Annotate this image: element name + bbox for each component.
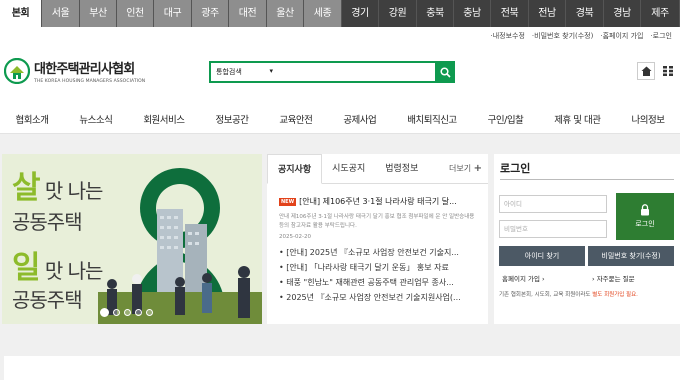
find-password-button[interactable]: 비밀번호 찾기(수정) [588, 246, 674, 266]
find-password-link[interactable]: ·비밀번호 찾기(수정) [532, 31, 593, 41]
gnb-item-assignment[interactable]: 배치퇴직신고 [407, 112, 457, 126]
search-scope-select[interactable]: 통합검색 ▾ [211, 67, 279, 77]
logo-title: 대한주택관리사협회 [34, 62, 135, 77]
region-tab[interactable]: 대구 [154, 0, 192, 27]
region-tab[interactable]: 경기 [342, 0, 379, 27]
join-link[interactable]: 홈페이지 가입 › [502, 273, 545, 283]
faq-link[interactable]: › 자주묻는 질문 [592, 273, 635, 283]
region-tab[interactable]: 경북 [566, 0, 604, 27]
region-tab[interactable]: 강원 [379, 0, 417, 27]
region-tab[interactable]: 인천 [117, 0, 154, 27]
login-panel: 로그인 아이디 비밀번호 로그인 아이디 찾기 비밀번호 찾기(수정) 홈페이지… [494, 154, 680, 324]
list-item[interactable]: • [안내] 2025년 『소규모 사업장 안전보건 기술지... [279, 245, 476, 260]
logo-subtitle: THE KOREA HOUSING MANAGERS ASSOCIATION [34, 79, 146, 84]
list-item[interactable]: • 태풍 "힌남노" 재해관련 공동주택 관리업무 종사... [279, 275, 476, 290]
region-tab[interactable]: 광주 [192, 0, 229, 27]
all-menu-button[interactable] [659, 62, 677, 80]
slide-dot[interactable] [100, 308, 109, 317]
site-logo[interactable]: 대한주택관리사협회 THE KOREA HOUSING MANAGERS ASS… [3, 57, 146, 85]
region-tab[interactable]: 본회 [0, 0, 42, 27]
featured-notice[interactable]: NEW [안내] 제106주년 3·1절 나라사랑 태극기 달... 안내 제1… [267, 184, 488, 240]
banner-line-1: 살 맛 나는 [12, 170, 103, 206]
home-button[interactable] [637, 62, 655, 80]
search-icon [439, 66, 451, 78]
region-tab[interactable]: 대전 [229, 0, 267, 27]
search-scope-label: 통합검색 [216, 68, 242, 76]
chevron-right-icon: › [592, 275, 595, 283]
notice-tabs: 공지사항 시도공지 법령정보 더보기 + [267, 154, 488, 184]
bottom-section [4, 356, 680, 380]
find-id-button[interactable]: 아이디 찾기 [499, 246, 585, 266]
gnb-item-mutual-aid[interactable]: 공제사업 [343, 112, 376, 126]
list-item[interactable]: • [안내] 「나라사랑 태극기 달기 운동」 홍보 자료 [279, 260, 476, 275]
main-banner[interactable]: 살 맛 나는 공동주택 일 맛 나는 공동주택 [2, 154, 262, 324]
region-tab[interactable]: 충북 [417, 0, 454, 27]
region-tab[interactable]: 전남 [529, 0, 566, 27]
region-tab[interactable]: 경남 [604, 0, 641, 27]
slide-dot[interactable] [146, 309, 153, 316]
main-navigation: 협회소개 뉴스소식 회원서비스 정보공간 교육안전 공제사업 배치퇴직신고 구인… [0, 104, 680, 134]
home-icon [641, 66, 651, 76]
notice-list: • [안내] 2025년 『소규모 사업장 안전보건 기술지... • [안내]… [267, 240, 488, 305]
region-tab[interactable]: 전북 [491, 0, 529, 27]
grid-menu-icon [663, 66, 673, 76]
gnb-item-my-info[interactable]: 나의정보 [631, 112, 664, 126]
gnb-item-education[interactable]: 교육안전 [279, 112, 312, 126]
search-button[interactable] [435, 62, 455, 82]
chevron-down-icon: ▾ [269, 67, 273, 75]
region-tab[interactable]: 서울 [42, 0, 80, 27]
region-tab[interactable]: 부산 [80, 0, 117, 27]
banner-line-4: 공동주택 [12, 288, 83, 312]
tab-regional-notice[interactable]: 시도공지 [322, 154, 375, 183]
lock-icon [641, 204, 649, 216]
id-input[interactable]: 아이디 [499, 195, 607, 213]
region-tab[interactable]: 충남 [454, 0, 491, 27]
search-input[interactable] [279, 63, 435, 81]
region-tab[interactable]: 제주 [641, 0, 680, 27]
logo-mark-icon [3, 57, 31, 85]
password-input[interactable]: 비밀번호 [499, 220, 607, 238]
region-bar: 본회 서울 부산 인천 대구 광주 대전 울산 세종 경기 강원 충북 충남 전북 전남 경북 경남 제주 [0, 0, 680, 27]
gnb-item-jobs-bids[interactable]: 구인/입찰 [488, 112, 524, 126]
login-button-label: 로그인 [635, 220, 655, 228]
slide-dot[interactable] [124, 309, 131, 316]
more-link[interactable]: 더보기 + [449, 154, 488, 183]
edit-profile-link[interactable]: ·내정보수정 [490, 31, 524, 41]
chevron-right-icon: › [542, 275, 545, 283]
list-item[interactable]: • 2025년 『소규모 사업장 안전보건 기술지원사업(... [279, 290, 476, 305]
gnb-item-partnership[interactable]: 제휴 및 대관 [554, 112, 601, 126]
login-title: 로그인 [500, 162, 531, 175]
slide-indicators [100, 308, 153, 317]
gnb-item-news[interactable]: 뉴스소식 [79, 112, 112, 126]
join-link[interactable]: ·홈페이지 가입 [600, 31, 643, 41]
gnb-item-about[interactable]: 협회소개 [15, 112, 48, 126]
gnb-item-info[interactable]: 정보공간 [215, 112, 248, 126]
divider [500, 179, 674, 180]
featured-title: [안내] 제106주년 3·1절 나라사랑 태극기 달... [299, 197, 457, 206]
tab-law-info[interactable]: 법령정보 [375, 154, 428, 183]
plus-icon: + [473, 163, 482, 174]
slide-dot[interactable] [135, 309, 142, 316]
gnb-item-member-service[interactable]: 회원서비스 [143, 112, 185, 126]
utility-links: ·내정보수정 ·비밀번호 찾기(수정) ·홈페이지 가입 ·로그인 [490, 31, 672, 41]
region-tab[interactable]: 울산 [267, 0, 304, 27]
banner-line-2: 공동주택 [12, 210, 83, 234]
notice-board: 공지사항 시도공지 법령정보 더보기 + NEW [안내] 제106주년 3·1… [267, 154, 488, 324]
slide-dot[interactable] [113, 309, 120, 316]
search-bar: 통합검색 ▾ [209, 61, 455, 83]
region-tab[interactable]: 세종 [304, 0, 342, 27]
featured-desc: 안내 제106주년 3·1절 나라사랑 태극기 달기 홍보 협조 첨부파일에 운… [279, 214, 475, 229]
banner-line-3: 일 맛 나는 [12, 250, 103, 286]
login-button[interactable]: 로그인 [616, 193, 674, 240]
tab-notice[interactable]: 공지사항 [267, 154, 323, 184]
login-link[interactable]: ·로그인 [650, 31, 672, 41]
new-badge: NEW [279, 197, 297, 206]
join-note: 기존 협회본회, 시도회, 교육 회원이라도 별도 회원가입 필요. [499, 292, 638, 298]
